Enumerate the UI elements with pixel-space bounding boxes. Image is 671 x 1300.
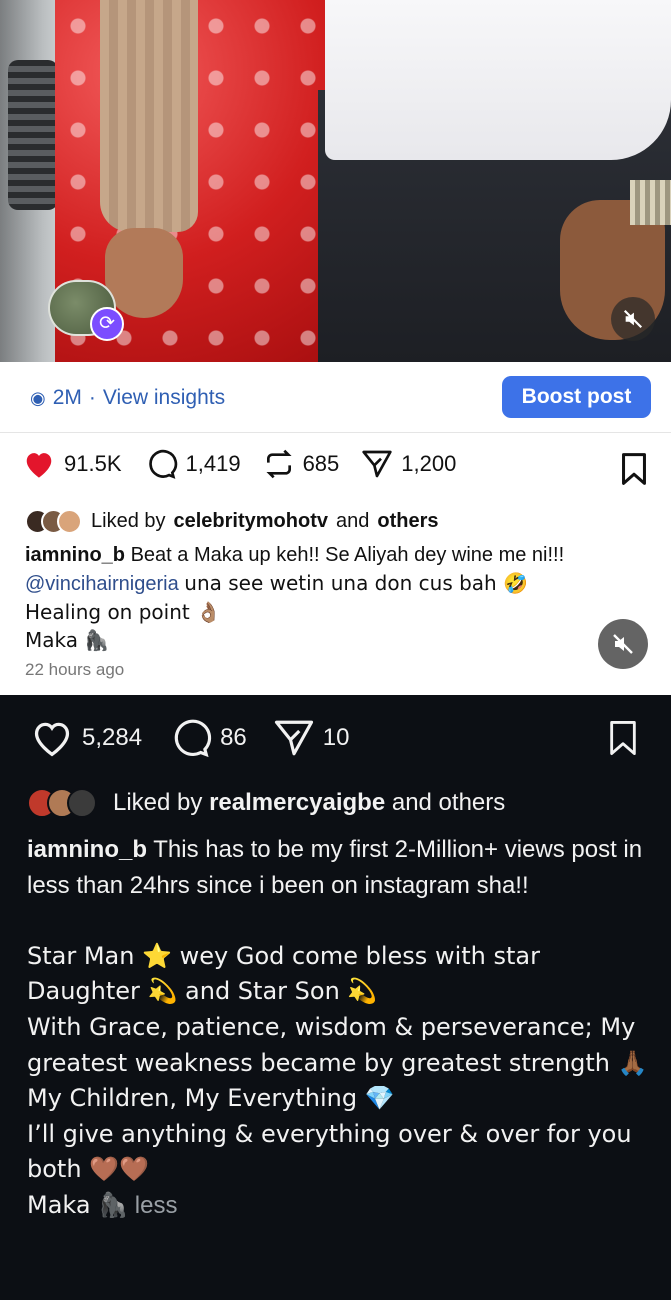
avatar: [67, 788, 97, 818]
heart-icon[interactable]: [22, 449, 56, 479]
comment-action[interactable]: 1,419: [144, 448, 241, 480]
caption-text: My Children, My Everything 💎: [27, 1084, 395, 1113]
wristwatch: [630, 180, 671, 225]
man-white-shirt: [325, 0, 671, 160]
caption-text: With Grace, patience, wisdom & persevera…: [27, 1012, 648, 1077]
comment-count: 1,419: [185, 451, 241, 476]
dot-separator: ·: [88, 386, 96, 409]
liked-by-and: and: [335, 510, 370, 532]
liked-by-suffix[interactable]: and others: [392, 789, 505, 816]
send-icon[interactable]: [273, 717, 315, 759]
post-actions-bar: 91.5K 1,419 685 1,200: [22, 448, 478, 480]
caption-mention[interactable]: @vincihairnigeria: [25, 573, 179, 595]
like-action[interactable]: 91.5K: [22, 449, 122, 479]
share-count: 1,200: [401, 451, 457, 476]
liked-by-prefix: Liked by: [113, 789, 203, 816]
send-icon[interactable]: [361, 448, 393, 480]
post-actions-bar: 5,284 86 10: [30, 717, 375, 759]
heart-icon[interactable]: [30, 718, 74, 758]
liked-by-row[interactable]: Liked by celebritymohotv and others: [25, 509, 438, 534]
caption-text: Maka 🦍: [25, 628, 110, 652]
liked-by-row[interactable]: Liked by realmercyaigbe and others: [27, 788, 505, 818]
view-insights-link[interactable]: ◉ 2M · View insights: [30, 386, 225, 410]
car-grill: [8, 60, 58, 210]
caption-text: Healing on point 👌🏽: [25, 600, 221, 624]
divider: [0, 432, 671, 433]
caption-text: Maka 🦍: [27, 1190, 129, 1219]
repost-count: 685: [302, 451, 340, 476]
caption-username[interactable]: iamnino_b: [25, 544, 125, 566]
view-insights-label: View insights: [102, 386, 226, 409]
bookmark-icon[interactable]: [606, 719, 640, 757]
caption-text: Beat a Maka up keh!! Se Aliyah dey wine …: [130, 544, 565, 566]
post-media-image[interactable]: ⟳: [0, 0, 671, 362]
less-link[interactable]: less: [135, 1192, 178, 1219]
comment-icon[interactable]: [168, 717, 212, 759]
views-count: 2M: [52, 386, 82, 409]
caption-blank-line: [27, 903, 652, 939]
eye-icon: ◉: [30, 387, 46, 408]
share-count: 10: [322, 724, 350, 751]
comment-count: 86: [220, 724, 247, 751]
muted-speaker-icon[interactable]: [598, 619, 648, 669]
remix-icon[interactable]: ⟳: [90, 307, 124, 341]
like-count: 91.5K: [64, 451, 122, 476]
like-action[interactable]: 5,284: [30, 718, 142, 758]
muted-speaker-icon[interactable]: [611, 297, 655, 341]
like-count: 5,284: [82, 724, 143, 751]
liked-by-prefix: Liked by: [91, 510, 166, 532]
child-hand: [105, 228, 183, 318]
comment-action[interactable]: 86: [168, 717, 247, 759]
liked-by-username[interactable]: realmercyaigbe: [209, 789, 385, 816]
post-details-light: ◉ 2M · View insights Boost post 91.5K 1,…: [0, 362, 671, 695]
post-timestamp: 22 hours ago: [25, 660, 125, 679]
share-action[interactable]: 1,200: [361, 448, 456, 480]
caption-text: Star Man ⭐ wey God come bless with star …: [27, 941, 540, 1006]
avatar: [57, 509, 82, 534]
boost-post-button[interactable]: Boost post: [502, 376, 651, 418]
liker-avatars: [27, 788, 97, 818]
repost-icon[interactable]: [263, 448, 295, 480]
liker-avatars: [25, 509, 82, 534]
caption-text: una see wetin una don cus bah 🤣: [184, 571, 528, 595]
bookmark-icon[interactable]: [618, 452, 650, 486]
repost-action[interactable]: 685: [263, 448, 340, 480]
caption-username[interactable]: iamnino_b: [27, 836, 147, 863]
liked-by-username[interactable]: celebritymohotv: [174, 510, 328, 533]
child-sweater: [100, 0, 198, 232]
post-caption: iamnino_b Beat a Maka up keh!! Se Aliyah…: [25, 541, 655, 654]
share-action[interactable]: 10: [273, 717, 350, 759]
post-details-dark: 5,284 86 10 Liked by realmercyaigbe and …: [0, 695, 671, 1300]
post-caption: iamnino_b This has to be my first 2-Mill…: [27, 832, 652, 1224]
comment-icon[interactable]: [144, 448, 178, 480]
caption-text: I’ll give anything & everything over & o…: [27, 1119, 632, 1184]
liked-by-others[interactable]: others: [377, 510, 438, 533]
